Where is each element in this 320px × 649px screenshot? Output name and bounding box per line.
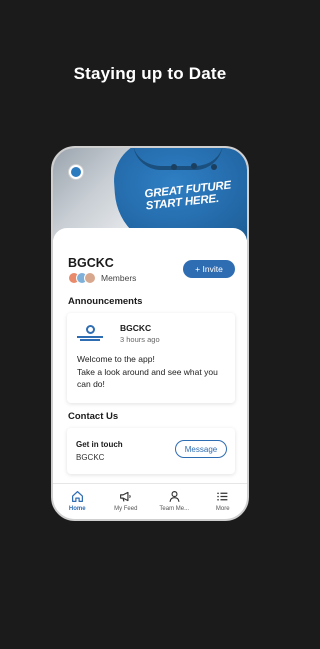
- person-icon: [169, 491, 180, 502]
- tab-team-members-label: Team Me...: [159, 506, 190, 512]
- avatar-image: [71, 167, 81, 177]
- contact-card-title: Get in touch: [76, 440, 123, 449]
- tab-more[interactable]: More: [199, 484, 248, 519]
- shirt-button: [191, 163, 197, 169]
- phone-frame: GREAT FUTURE START HERE. BGCKC Members +…: [51, 146, 249, 521]
- post-body: Welcome to the app! Take a look around a…: [77, 354, 218, 389]
- tab-home[interactable]: Home: [53, 484, 102, 519]
- profile-avatar[interactable]: [68, 164, 84, 180]
- tab-team-members[interactable]: Team Me...: [150, 484, 199, 519]
- hero-image: GREAT FUTURE START HERE.: [53, 148, 247, 240]
- members-row[interactable]: Members: [68, 272, 136, 284]
- list-icon: [217, 492, 228, 501]
- invite-button[interactable]: + Invite: [183, 260, 235, 278]
- bottom-tab-bar: Home My Feed Team Me... More: [53, 483, 247, 519]
- home-icon: [71, 491, 83, 502]
- message-button[interactable]: Message: [175, 440, 227, 458]
- megaphone-icon: [120, 491, 131, 502]
- org-name: BGCKC: [68, 256, 114, 270]
- page-headline: Staying up to Date: [73, 64, 227, 83]
- contact-card: Get in touch BGCKC Message: [67, 428, 235, 474]
- post-author: BGCKC: [120, 323, 152, 333]
- contact-card-subtitle: BGCKC: [76, 453, 105, 462]
- org-logo-icon: [76, 325, 104, 343]
- shirt-button: [211, 164, 217, 170]
- shirt-button: [171, 164, 177, 170]
- tab-my-feed[interactable]: My Feed: [102, 484, 151, 519]
- post-time: 3 hours ago: [120, 335, 160, 344]
- tab-more-label: More: [215, 506, 230, 512]
- member-avatar: [84, 272, 96, 284]
- announcements-title: Announcements: [68, 296, 143, 307]
- members-label: Members: [101, 273, 137, 283]
- tab-home-label: Home: [68, 506, 86, 512]
- tab-my-feed-label: My Feed: [114, 506, 138, 512]
- announcement-post[interactable]: BGCKC 3 hours ago Welcome to the app! Ta…: [67, 313, 235, 403]
- contact-title: Contact Us: [68, 411, 119, 422]
